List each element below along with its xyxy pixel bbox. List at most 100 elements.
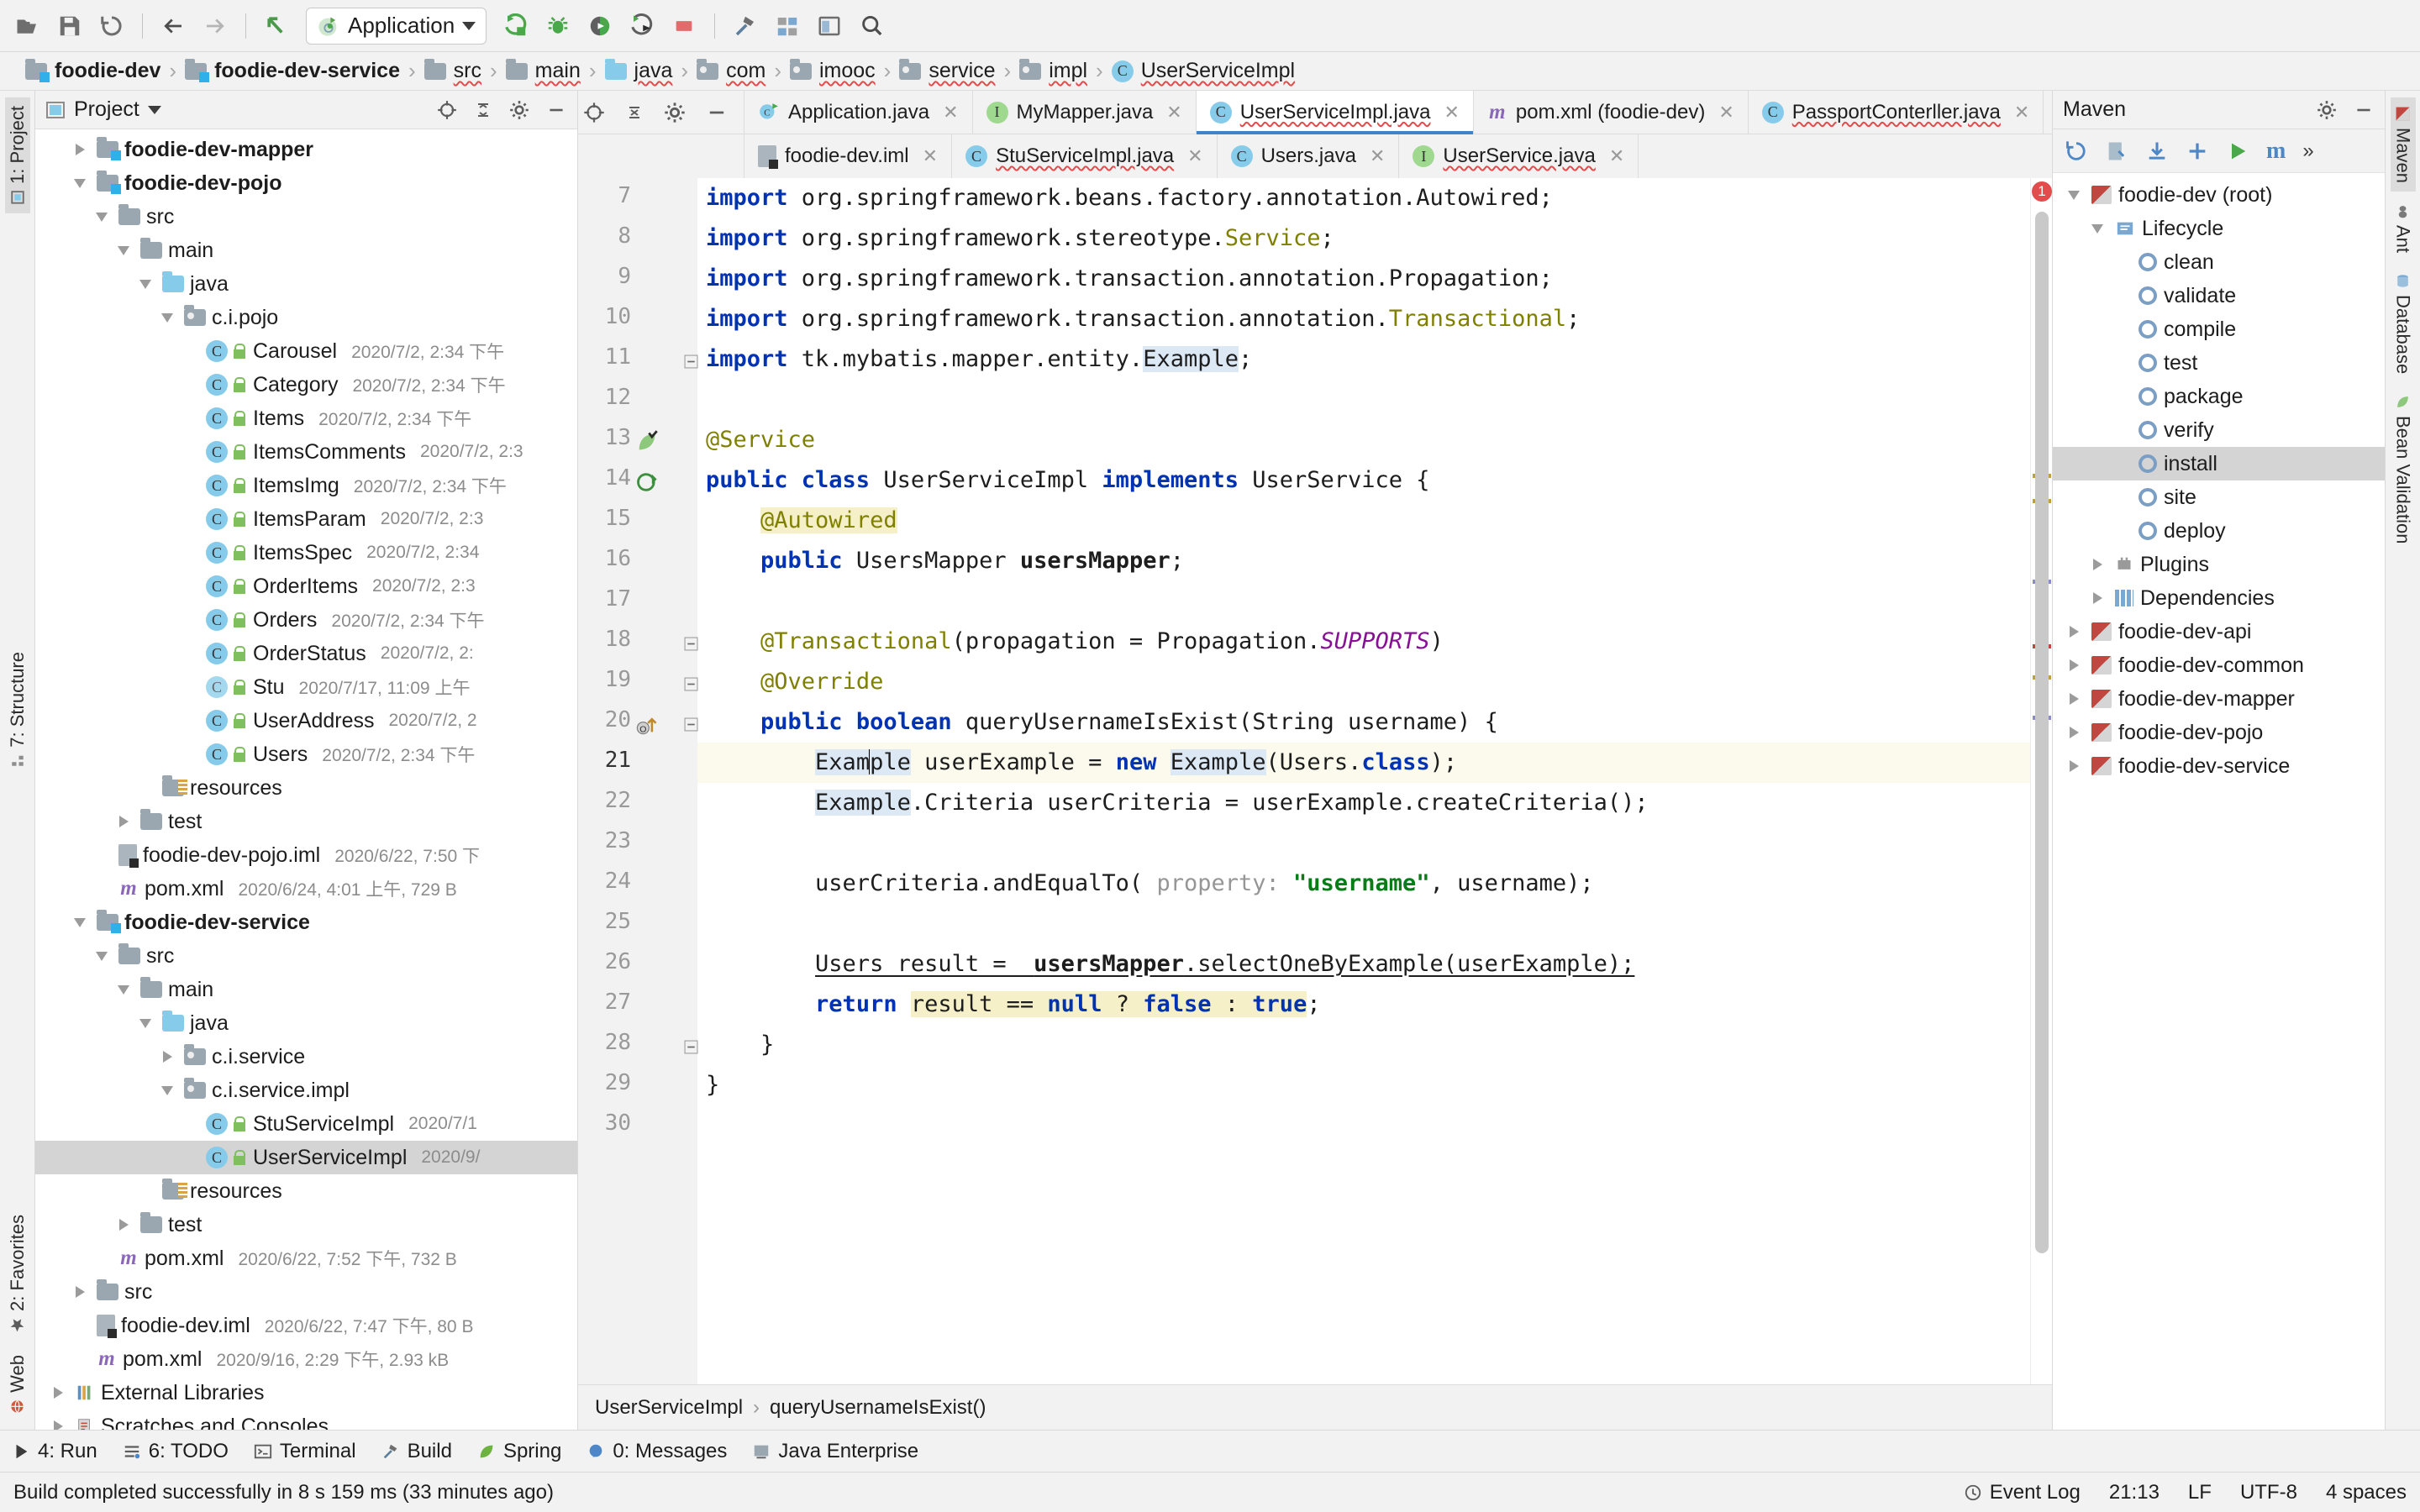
tree-expanded-arrow-icon[interactable]	[134, 279, 156, 289]
maven-tree-node[interactable]: Lifecycle	[2053, 212, 2385, 245]
tree-node[interactable]: Scratches and Consoles	[35, 1410, 577, 1430]
editor-tab[interactable]: I MyMapper.java ✕	[972, 91, 1197, 134]
tree-collapsed-arrow-icon[interactable]	[113, 816, 134, 827]
code-text[interactable]: import org.springframework.beans.factory…	[697, 178, 2030, 1384]
tree-collapsed-arrow-icon[interactable]	[2063, 727, 2085, 738]
editor-tab[interactable]: I UserService.java ✕	[1399, 134, 1639, 178]
line-separator[interactable]: LF	[2188, 1481, 2212, 1504]
close-icon[interactable]: ✕	[1718, 102, 1733, 123]
tree-expanded-arrow-icon[interactable]	[91, 212, 113, 222]
build-hammer-icon[interactable]	[726, 7, 765, 45]
maven-tree-node[interactable]: foodie-dev (root)	[2053, 178, 2385, 212]
editor-tab[interactable]: C UserServiceImpl.java ✕	[1196, 91, 1474, 134]
save-all-icon[interactable]	[50, 7, 89, 45]
tree-collapsed-arrow-icon[interactable]	[2086, 559, 2108, 570]
maven-tree-node[interactable]: deploy	[2053, 514, 2385, 548]
tree-expanded-arrow-icon[interactable]	[2063, 190, 2085, 200]
tree-collapsed-arrow-icon[interactable]	[69, 1286, 91, 1298]
sidebar-item-favorites[interactable]: 2: Favorites	[5, 1206, 30, 1341]
tree-node[interactable]: C UserServiceImpl 2020/9/	[35, 1141, 577, 1174]
sidebar-item-structure[interactable]: 7: Structure	[5, 643, 30, 777]
editor-tab[interactable]: foodie-dev.iml ✕	[744, 134, 953, 178]
tree-node[interactable]: m pom.xml 2020/6/22, 7:52 下午, 732 B	[35, 1242, 577, 1275]
breadcrumb-item-com[interactable]: com	[692, 58, 771, 83]
tool-window-terminal[interactable]: Terminal	[254, 1440, 356, 1463]
breadcrumb-item-imooc[interactable]: imooc	[785, 58, 881, 83]
tree-node[interactable]: src	[35, 939, 577, 973]
download-sources-icon[interactable]	[2145, 139, 2169, 163]
maven-tree-node[interactable]: foodie-dev-api	[2053, 615, 2385, 648]
search-icon[interactable]	[852, 7, 891, 45]
tree-collapsed-arrow-icon[interactable]	[113, 1219, 134, 1231]
tree-expanded-arrow-icon[interactable]	[113, 245, 134, 255]
tree-node[interactable]: C UserAddress 2020/7/2, 2	[35, 704, 577, 738]
code-fold-toggle[interactable]	[684, 717, 698, 732]
indent-setting[interactable]: 4 spaces	[2326, 1481, 2407, 1504]
maven-tree-node[interactable]: Dependencies	[2053, 581, 2385, 615]
close-icon[interactable]: ✕	[2014, 102, 2029, 123]
maven-tree-node[interactable]: test	[2053, 346, 2385, 380]
editor-tab[interactable]: C Application.java ✕	[744, 91, 973, 134]
close-icon[interactable]: ✕	[923, 145, 938, 167]
right-rail-item-maven[interactable]: Maven	[2390, 97, 2416, 192]
maven-tree-node[interactable]: site	[2053, 480, 2385, 514]
expand-collapse-icon[interactable]	[624, 101, 644, 124]
tree-collapsed-arrow-icon[interactable]	[2063, 760, 2085, 772]
tree-expanded-arrow-icon[interactable]	[156, 1085, 178, 1095]
close-icon[interactable]: ✕	[943, 102, 958, 123]
tree-expanded-arrow-icon[interactable]	[156, 312, 178, 323]
breadcrumb-item-foodie-dev-service[interactable]: foodie-dev-service	[180, 58, 405, 83]
maven-tree[interactable]: foodie-dev (root) Lifecycle clean validate c…	[2053, 173, 2385, 1430]
tree-node[interactable]: C ItemsParam 2020/7/2, 2:3	[35, 502, 577, 536]
debug-button[interactable]	[539, 7, 577, 45]
settings-icon[interactable]	[2316, 99, 2338, 121]
maven-tree-node[interactable]: Plugins	[2053, 548, 2385, 581]
maven-tree-node[interactable]: foodie-dev-pojo	[2053, 716, 2385, 749]
breadcrumb-item-userserviceimpl[interactable]: C UserServiceImpl	[1107, 59, 1300, 83]
profile-button[interactable]	[623, 7, 661, 45]
close-icon[interactable]: ✕	[1609, 145, 1624, 167]
override-icon[interactable]: O	[635, 712, 659, 736]
preview-icon[interactable]	[810, 7, 849, 45]
maven-tree-node[interactable]: clean	[2053, 245, 2385, 279]
breadcrumb-item-main[interactable]: main	[501, 58, 586, 83]
editor-tab[interactable]: C StuServiceImpl.java ✕	[952, 134, 1218, 178]
tree-collapsed-arrow-icon[interactable]	[156, 1051, 178, 1063]
forward-arrow-icon[interactable]	[196, 7, 234, 45]
tree-collapsed-arrow-icon[interactable]	[69, 144, 91, 155]
tree-node[interactable]: foodie-dev-mapper	[35, 133, 577, 166]
tree-collapsed-arrow-icon[interactable]	[2063, 626, 2085, 638]
tree-node[interactable]: C Category 2020/7/2, 2:34 下午	[35, 368, 577, 402]
run-with-coverage-button[interactable]	[581, 7, 619, 45]
impl-icon[interactable]	[635, 470, 659, 494]
caret-position[interactable]: 21:13	[2109, 1481, 2160, 1504]
tree-node[interactable]: C Carousel 2020/7/2, 2:34 下午	[35, 334, 577, 368]
tree-node[interactable]: java	[35, 267, 577, 301]
right-rail-item-bean-validation[interactable]: Bean Validation	[2391, 386, 2416, 553]
breadcrumb-item-service[interactable]: service	[894, 58, 1000, 83]
tree-node[interactable]: foodie-dev-pojo.iml 2020/6/22, 7:50 下	[35, 838, 577, 872]
project-panel-chevron-icon[interactable]	[147, 105, 161, 114]
bean-icon[interactable]	[635, 430, 659, 454]
breadcrumb-item-foodie-dev[interactable]: foodie-dev	[20, 58, 166, 83]
tree-node[interactable]: External Libraries	[35, 1376, 577, 1410]
add-icon[interactable]	[2186, 139, 2209, 163]
close-icon[interactable]: ✕	[1370, 145, 1385, 167]
code-fold-toggle[interactable]	[684, 677, 698, 691]
tree-node[interactable]: foodie-dev-pojo	[35, 166, 577, 200]
reimport-icon[interactable]	[2065, 139, 2088, 163]
tool-window-java-enterprise[interactable]: Java Enterprise	[752, 1440, 918, 1463]
tree-expanded-arrow-icon[interactable]	[69, 917, 91, 927]
maven-tree-node[interactable]: package	[2053, 380, 2385, 413]
tree-collapsed-arrow-icon[interactable]	[2086, 592, 2108, 604]
locate-icon[interactable]	[582, 101, 606, 124]
tree-node[interactable]: src	[35, 200, 577, 234]
close-icon[interactable]: ✕	[1444, 102, 1459, 123]
bottom-breadcrumb-method[interactable]: queryUsernameIsExist()	[770, 1396, 986, 1420]
code-fold-toggle[interactable]	[684, 637, 698, 651]
tree-node[interactable]: C Orders 2020/7/2, 2:34 下午	[35, 603, 577, 637]
project-tree[interactable]: foodie-dev-mapper foodie-dev-pojo src main j…	[35, 129, 577, 1430]
sync-icon[interactable]	[92, 7, 131, 45]
tree-node[interactable]: C Stu 2020/7/17, 11:09 上午	[35, 670, 577, 704]
open-folder-icon[interactable]	[8, 7, 47, 45]
